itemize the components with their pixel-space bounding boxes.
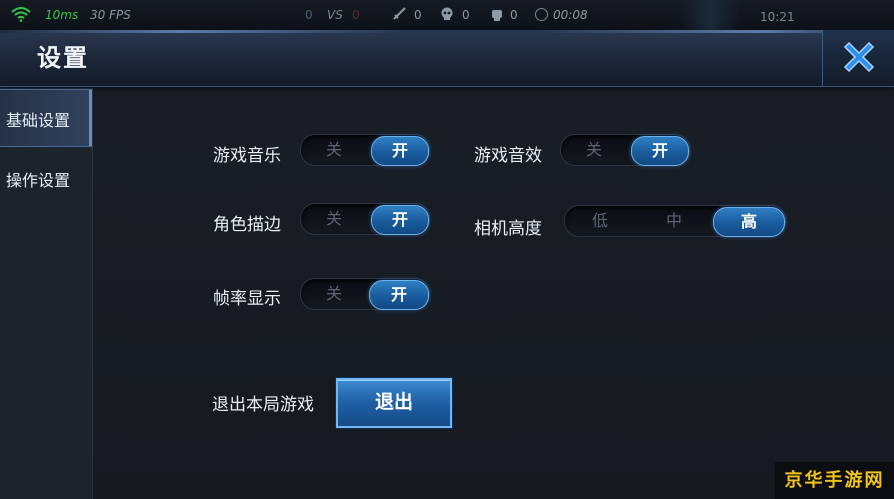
game-sfx-toggle[interactable]: 关 开	[560, 134, 690, 166]
outline-toggle[interactable]: 关 开	[300, 203, 430, 235]
fist-icon	[492, 10, 502, 21]
fps-display-toggle[interactable]: 关 开	[300, 278, 430, 310]
hud-corner-text: 10:21	[760, 10, 795, 24]
game-sfx-on[interactable]: 开	[631, 136, 689, 166]
close-button[interactable]	[822, 30, 894, 86]
fps-text: 30 FPS	[90, 8, 131, 22]
camera-height-label: 相机高度	[474, 219, 542, 239]
clock-icon	[535, 8, 548, 21]
panel-title: 设置	[37, 44, 89, 72]
kills-count: 0	[414, 8, 422, 22]
panel-titlebar: 设置	[0, 30, 894, 87]
outline-on[interactable]: 开	[371, 205, 429, 235]
game-music-label: 游戏音乐	[213, 146, 281, 166]
hud-bar: 10ms 30 FPS 0 VS 0 0 0 0 00:08 10:21	[0, 0, 894, 30]
fps-display-off[interactable]: 关	[309, 279, 359, 309]
game-music-toggle[interactable]: 关 开	[300, 134, 430, 166]
sword-icon	[393, 7, 406, 20]
team-score-left: 0	[305, 8, 313, 22]
team-score-right: 0	[352, 8, 360, 22]
assists-count: 0	[510, 8, 518, 22]
deaths-count: 0	[462, 8, 470, 22]
fps-display-on[interactable]: 开	[369, 280, 429, 310]
wifi-icon	[11, 7, 31, 22]
game-music-on[interactable]: 开	[371, 136, 429, 166]
camera-height-high[interactable]: 高	[713, 207, 785, 237]
titlebar-edge	[0, 30, 894, 33]
tab-label: 基础设置	[6, 111, 71, 130]
settings-sidebar: 基础设置 操作设置	[0, 88, 93, 499]
exit-match-label: 退出本局游戏	[212, 395, 314, 415]
camera-height-mid[interactable]: 中	[649, 206, 699, 236]
exit-button[interactable]: 退出	[336, 378, 452, 428]
ping-text: 10ms	[45, 8, 79, 22]
tab-basic-settings[interactable]: 基础设置	[0, 89, 92, 147]
outline-label: 角色描边	[213, 215, 281, 235]
camera-height-selector[interactable]: 低 中 高	[564, 205, 786, 237]
settings-content: 游戏音乐 关 开 游戏音效 关 开 角色描边 关 开 相机高度 低 中 高 帧率…	[92, 88, 894, 499]
vs-text: VS	[327, 8, 343, 22]
tab-label: 操作设置	[6, 171, 71, 190]
camera-height-low[interactable]: 低	[575, 206, 625, 236]
game-sfx-label: 游戏音效	[474, 146, 542, 166]
tab-control-settings[interactable]: 操作设置	[0, 150, 92, 206]
game-music-off[interactable]: 关	[309, 135, 359, 165]
fps-display-label: 帧率显示	[213, 289, 281, 309]
site-watermark: 京华手游网	[775, 462, 894, 499]
hud-decoration	[680, 0, 740, 30]
match-time: 00:08	[553, 8, 588, 22]
outline-off[interactable]: 关	[309, 204, 359, 234]
skull-icon	[441, 7, 453, 20]
game-sfx-off[interactable]: 关	[569, 135, 619, 165]
close-icon	[843, 41, 875, 73]
settings-panel: 设置 基础设置 操作设置 游戏音乐 关 开 游戏音效 关 开 角色描边 关 开 …	[0, 30, 894, 499]
